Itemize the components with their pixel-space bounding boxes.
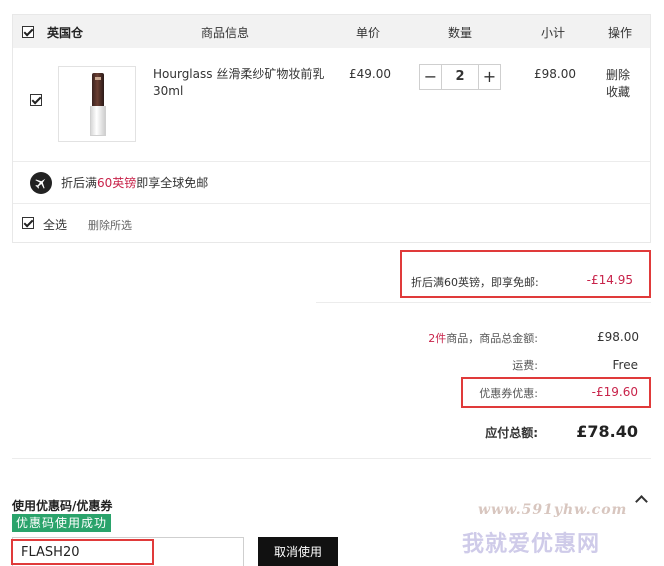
item-checkbox[interactable] xyxy=(30,94,42,106)
goods-total-label: 2件商品，商品总金额: xyxy=(428,332,538,345)
annotation-box-code xyxy=(11,539,154,565)
unit-price: £49.00 xyxy=(349,67,391,81)
quantity-plus-button[interactable]: + xyxy=(478,65,500,89)
airplane-icon xyxy=(30,172,52,194)
coupon-discount-value: -£19.60 xyxy=(591,385,638,399)
promo-discount: -£14.95 xyxy=(586,273,633,287)
quantity-stepper: − 2 + xyxy=(419,64,501,90)
delete-selected-link[interactable]: 删除所选 xyxy=(88,217,132,233)
divider xyxy=(13,161,650,162)
cancel-coupon-button[interactable]: 取消使用 xyxy=(258,537,338,566)
goods-total-value: £98.00 xyxy=(597,330,639,344)
promo-label: 折后满60英镑，即享免邮: xyxy=(411,276,539,289)
total-value: £78.40 xyxy=(576,422,638,441)
cart-header: 英国仓 商品信息 单价 数量 小计 操作 xyxy=(13,15,650,48)
col-header-qty: 数量 xyxy=(448,26,473,40)
shipping-fee-label: 运费: xyxy=(512,359,538,372)
free-shipping-threshold: 60英镑 xyxy=(97,176,137,190)
quantity-value[interactable]: 2 xyxy=(443,65,477,89)
coupon-section-title: 使用优惠码/优惠券 xyxy=(12,499,113,513)
divider xyxy=(316,302,651,303)
watermark-url: www.591yhw.com xyxy=(478,502,628,518)
product-image xyxy=(90,73,106,136)
item-subtotal: £98.00 xyxy=(534,67,576,81)
item-actions: 删除 收藏 xyxy=(606,67,630,101)
total-label: 应付总额: xyxy=(485,426,538,440)
product-thumbnail[interactable] xyxy=(58,66,136,142)
select-all-label[interactable]: 全选 xyxy=(43,216,67,233)
warehouse-checkbox[interactable] xyxy=(22,26,34,38)
divider xyxy=(12,458,651,459)
product-name[interactable]: Hourglass 丝滑柔纱矿物妆前乳30ml xyxy=(153,66,333,100)
delete-link[interactable]: 删除 xyxy=(606,67,630,84)
divider xyxy=(13,203,650,204)
shipping-fee-value: Free xyxy=(612,358,638,372)
col-header-info: 商品信息 xyxy=(201,26,250,40)
col-header-action: 操作 xyxy=(608,26,633,40)
watermark-text: 我就爱优惠网 xyxy=(462,532,601,557)
favorite-link[interactable]: 收藏 xyxy=(606,84,630,101)
free-shipping-notice: 折后满60英镑即享全球免邮 xyxy=(61,176,209,190)
col-header-price: 单价 xyxy=(356,26,381,40)
select-all-checkbox[interactable] xyxy=(22,217,34,229)
chevron-up-icon[interactable] xyxy=(635,495,648,508)
col-header-subtotal: 小计 xyxy=(541,26,566,40)
cart-table: 英国仓 商品信息 单价 数量 小计 操作 Hourglass 丝滑柔纱矿物妆前乳… xyxy=(12,14,651,243)
coupon-discount-label: 优惠券优惠: xyxy=(479,387,538,400)
coupon-success-badge: 优惠码使用成功 xyxy=(12,514,112,532)
quantity-minus-button[interactable]: − xyxy=(420,65,442,89)
warehouse-name: 英国仓 xyxy=(47,26,84,40)
